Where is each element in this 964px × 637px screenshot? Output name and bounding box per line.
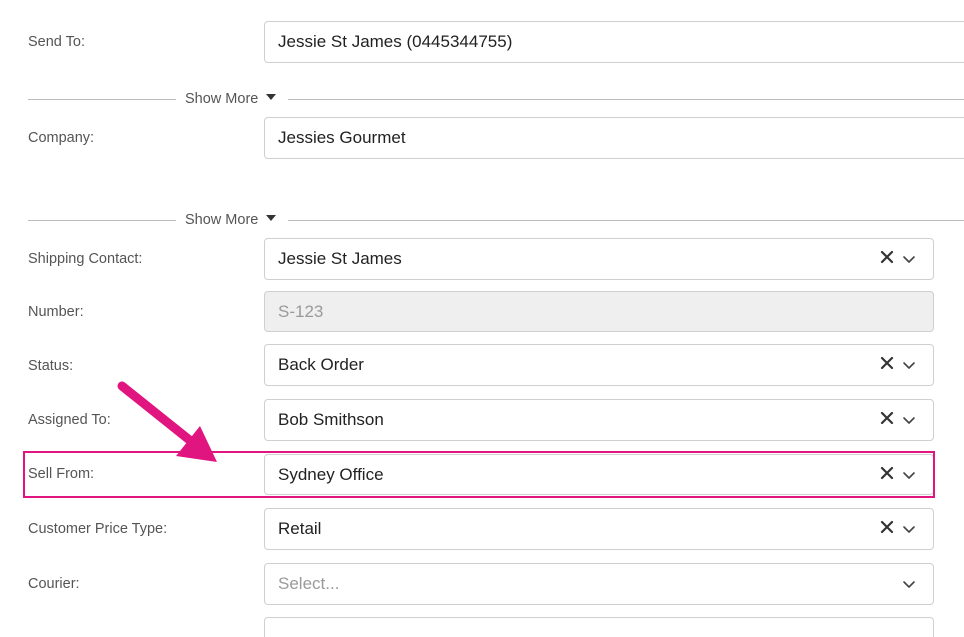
number-value: S-123 [278,302,324,321]
status-label: Status: [28,358,74,374]
show-more-divider-1: Show More [28,91,964,107]
close-icon[interactable] [879,410,895,426]
company-field[interactable]: Jessies Gourmet [264,117,964,159]
company-label: Company: [28,130,95,146]
send-to-field[interactable]: Jessie St James (0445344755) [264,21,964,63]
customer-price-type-label: Customer Price Type: [28,521,168,537]
chevron-down-icon[interactable] [901,467,917,483]
close-icon[interactable] [879,249,895,265]
divider-line-left [28,99,176,100]
divider-line-right [288,99,964,100]
customer-price-type-select[interactable]: Retail [264,508,934,550]
assigned-to-value: Bob Smithson [278,410,384,429]
chevron-down-icon[interactable] [901,412,917,428]
close-icon[interactable] [879,355,895,371]
customer-price-type-value: Retail [278,519,322,538]
status-select[interactable]: Back Order [264,344,934,386]
divider-line-right [288,220,964,221]
show-more-toggle-1[interactable]: Show More [185,91,277,107]
assigned-to-select[interactable]: Bob Smithson [264,399,934,441]
sell-from-label: Sell From: [28,466,95,482]
close-icon[interactable] [879,465,895,481]
courier-placeholder: Select... [278,574,340,593]
shipping-contact-select[interactable]: Jessie St James [264,238,934,280]
shipping-contact-label: Shipping Contact: [28,251,143,267]
company-value: Jessies Gourmet [278,128,406,147]
status-value: Back Order [278,355,364,374]
next-field-partial[interactable] [264,617,934,637]
assigned-to-label: Assigned To: [28,412,111,428]
sell-from-value: Sydney Office [278,465,384,484]
chevron-down-icon[interactable] [901,576,917,592]
sell-from-select[interactable]: Sydney Office [264,454,934,495]
close-icon[interactable] [879,519,895,535]
number-label: Number: [28,304,84,320]
show-more-label: Show More [185,91,259,107]
caret-down-icon [266,215,277,221]
annotation-arrow-icon [117,381,217,462]
divider-line-left [28,220,176,221]
send-to-label: Send To: [28,34,85,50]
courier-label: Courier: [28,576,80,592]
number-field: S-123 [264,291,934,332]
chevron-down-icon[interactable] [901,251,917,267]
chevron-down-icon[interactable] [901,521,917,537]
courier-select[interactable]: Select... [264,563,934,605]
chevron-down-icon[interactable] [901,357,917,373]
show-more-label: Show More [185,212,259,228]
caret-down-icon [266,94,277,100]
show-more-divider-2: Show More [28,212,964,228]
send-to-value: Jessie St James (0445344755) [278,32,513,51]
show-more-toggle-2[interactable]: Show More [185,212,277,228]
shipping-contact-value: Jessie St James [278,249,402,268]
